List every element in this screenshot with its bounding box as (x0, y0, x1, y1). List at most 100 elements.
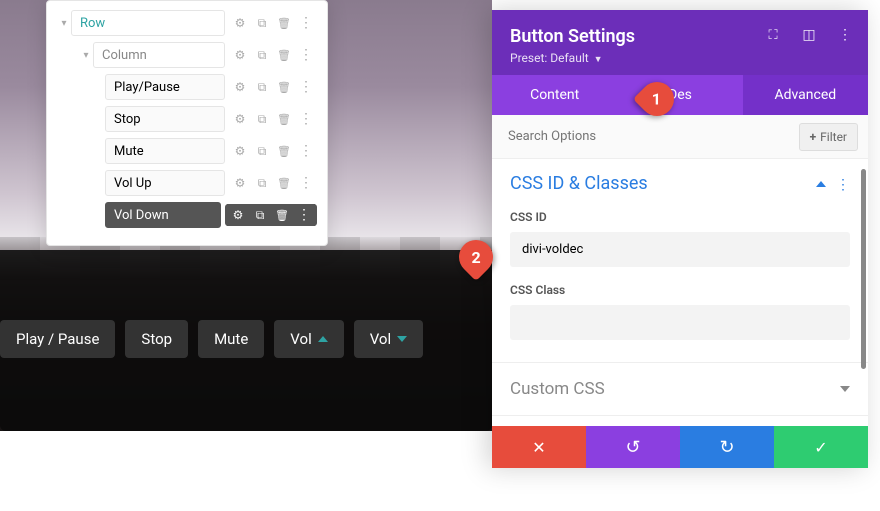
trash-icon[interactable] (273, 76, 295, 98)
module-settings-panel: Button Settings Preset: Default ▼ Conten… (492, 10, 868, 468)
layer-row-playpause[interactable]: Play/Pause (57, 73, 317, 101)
close-icon (532, 438, 545, 457)
gear-icon[interactable] (229, 44, 251, 66)
layer-row-voldown[interactable]: Vol Down (57, 201, 317, 229)
layer-row-mute[interactable]: Mute (57, 137, 317, 165)
vol-up-button[interactable]: Vol (274, 320, 343, 358)
preset-prefix: Preset: (510, 51, 547, 65)
css-class-label: CSS Class (510, 283, 850, 297)
scrollbar-thumb[interactable] (861, 169, 866, 369)
duplicate-icon[interactable] (251, 108, 273, 130)
trash-icon[interactable] (273, 140, 295, 162)
section-css-id-classes[interactable]: CSS ID & Classes (510, 173, 850, 194)
settings-header: Button Settings Preset: Default ▼ (492, 10, 868, 75)
collapse-icon[interactable]: ▾ (57, 18, 71, 29)
trash-icon[interactable] (273, 44, 295, 66)
trash-icon[interactable] (271, 204, 293, 226)
more-icon[interactable] (295, 108, 317, 130)
collapse-icon[interactable]: ▾ (79, 50, 93, 61)
duplicate-icon[interactable] (251, 172, 273, 194)
button-label: Stop (141, 330, 172, 348)
stop-button[interactable]: Stop (125, 320, 188, 358)
gear-icon[interactable] (229, 108, 251, 130)
gear-icon[interactable] (229, 172, 251, 194)
more-icon[interactable] (295, 44, 317, 66)
button-label: Vol (370, 330, 391, 348)
settings-footer (492, 426, 868, 468)
css-id-input[interactable] (510, 232, 850, 267)
player-buttons: Play / Pause Stop Mute Vol Vol (0, 320, 423, 358)
discard-button[interactable] (492, 426, 586, 468)
section-custom-css[interactable]: Custom CSS (510, 363, 850, 415)
trash-icon[interactable] (273, 108, 295, 130)
tab-advanced[interactable]: Advanced (743, 75, 868, 115)
layer-label: Vol Down (105, 202, 221, 228)
settings-body: CSS ID & Classes CSS ID CSS Class Custom… (492, 159, 868, 468)
more-icon[interactable] (295, 76, 317, 98)
layers-panel: ▾ Row ▾ Column Play/Pause Stop Mute Vol … (46, 0, 328, 246)
more-icon[interactable] (295, 12, 317, 34)
section-label: Custom CSS (510, 379, 605, 399)
section-label: CSS ID & Classes (510, 173, 648, 194)
more-icon[interactable] (836, 26, 854, 44)
trash-icon[interactable] (273, 172, 295, 194)
mute-button[interactable]: Mute (198, 320, 264, 358)
layer-label: Row (71, 10, 225, 36)
undo-button[interactable] (586, 426, 680, 468)
duplicate-icon[interactable] (251, 140, 273, 162)
layer-row-column[interactable]: ▾ Column (57, 41, 317, 69)
css-class-input[interactable] (510, 305, 850, 340)
marker-number: 2 (471, 248, 480, 267)
layer-label: Mute (105, 138, 225, 164)
more-icon[interactable] (836, 176, 850, 192)
layer-row-stop[interactable]: Stop (57, 105, 317, 133)
css-id-label: CSS ID (510, 210, 850, 224)
gear-icon[interactable] (229, 76, 251, 98)
preset-selector[interactable]: Preset: Default ▼ (510, 51, 850, 65)
responsive-icon[interactable] (800, 26, 818, 44)
caret-down-icon: ▼ (594, 55, 603, 65)
duplicate-icon[interactable] (249, 204, 271, 226)
filter-button[interactable]: Filter (799, 123, 858, 151)
preset-value: Default (550, 51, 588, 65)
layer-row-volup[interactable]: Vol Up (57, 169, 317, 197)
filter-label: Filter (820, 130, 847, 144)
save-button[interactable] (774, 426, 868, 468)
gear-icon[interactable] (229, 12, 251, 34)
duplicate-icon[interactable] (251, 12, 273, 34)
layer-label: Column (93, 42, 225, 68)
more-icon[interactable] (293, 204, 315, 226)
caret-down-icon (397, 336, 407, 342)
caret-up-icon (318, 336, 328, 342)
undo-icon (625, 437, 640, 458)
search-bar: Filter (492, 115, 868, 159)
gear-icon[interactable] (229, 140, 251, 162)
button-label: Vol (290, 330, 311, 348)
layer-label: Vol Up (105, 170, 225, 196)
more-icon[interactable] (295, 140, 317, 162)
redo-icon (719, 437, 734, 458)
button-label: Mute (214, 330, 248, 348)
layer-label: Play/Pause (105, 74, 225, 100)
vol-down-button[interactable]: Vol (354, 320, 423, 358)
search-input[interactable] (502, 121, 799, 152)
layer-row-row[interactable]: ▾ Row (57, 9, 317, 37)
chevron-up-icon[interactable] (816, 181, 826, 187)
more-icon[interactable] (295, 172, 317, 194)
trash-icon[interactable] (273, 12, 295, 34)
tab-label: Advanced (774, 87, 836, 103)
settings-tabs: Content Des Advanced (492, 75, 868, 115)
expand-icon[interactable] (764, 26, 782, 44)
layer-label: Stop (105, 106, 225, 132)
plus-icon (810, 130, 817, 144)
gear-icon[interactable] (227, 204, 249, 226)
scrollbar[interactable] (861, 169, 866, 429)
duplicate-icon[interactable] (251, 76, 273, 98)
redo-button[interactable] (680, 426, 774, 468)
marker-number: 1 (652, 90, 661, 109)
check-icon (814, 438, 827, 457)
duplicate-icon[interactable] (251, 44, 273, 66)
tab-label: Content (530, 87, 579, 103)
tab-content[interactable]: Content (492, 75, 617, 115)
play-pause-button[interactable]: Play / Pause (0, 320, 115, 358)
